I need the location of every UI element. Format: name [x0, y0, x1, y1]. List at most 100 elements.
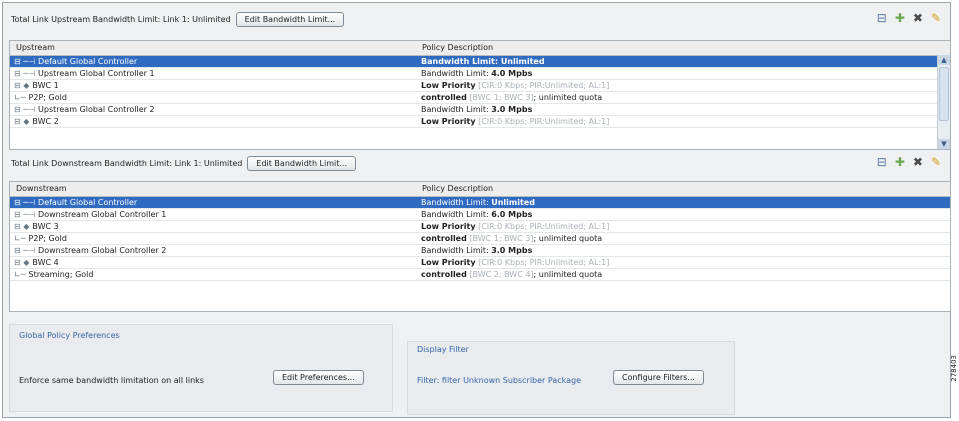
edit-icon[interactable]: ✎	[931, 11, 941, 25]
policy-detail: [BWC 1; BWC 3]	[466, 234, 534, 243]
add-icon[interactable]: ✚	[895, 11, 905, 25]
row-name: BWC 3	[32, 222, 59, 231]
table-row[interactable]: ⊟ ─⊣ Default Global Controller Bandwidth L…	[10, 197, 950, 209]
figure-watermark: 278403	[950, 355, 958, 382]
table-row[interactable]: ⊟ ─⊣ Default Global Controller Bandwidth L…	[10, 56, 950, 68]
row-policy-cell: controlled [BWC 2; BWC 4]; unlimited quo…	[414, 269, 950, 280]
tree-node-icon[interactable]: ⊟ ◆	[14, 222, 29, 231]
row-name-cell: ⊟ ─⊣ Upstream Global Controller 2	[10, 104, 414, 115]
scroll-down-icon[interactable]: ▼	[938, 139, 950, 149]
policy-value: 4.0 Mpbs	[491, 69, 533, 78]
table-row[interactable]: ⊟ ◆ BWC 3 Low Priority [CIR:0 Kbps; PIR:Un…	[10, 221, 950, 233]
tree-node-icon[interactable]: ⊟ ─⊣	[14, 57, 35, 66]
policy-description-column-header[interactable]: Policy Description	[416, 182, 950, 196]
filter-description: Filter: filter Unknown Subscriber Packag…	[417, 376, 582, 385]
policy-detail: [CIR:0 Kbps; PIR:Unlimited; AL:1]	[475, 222, 610, 231]
row-name-cell: ⊟ ◆ BWC 2	[10, 116, 414, 127]
table-row[interactable]: ∟─ P2P; Gold controlled [BWC 1; BWC 3]; un…	[10, 92, 950, 104]
row-name: Downstream Global Controller 1	[38, 210, 167, 219]
row-name: Upstream Global Controller 2	[38, 105, 155, 114]
table-row[interactable]: ⊟ ─⊣ Upstream Global Controller 2 Bandwidt…	[10, 104, 950, 116]
row-policy-cell: controlled [BWC 1; BWC 3]; unlimited quo…	[414, 92, 950, 103]
table-row[interactable]: ⊟ ─⊣ Downstream Global Controller 2 Bandwi…	[10, 245, 950, 257]
row-policy-cell: Low Priority [CIR:0 Kbps; PIR:Unlimited;…	[414, 221, 950, 232]
edit-icon[interactable]: ✎	[931, 155, 941, 169]
tree-node-icon[interactable]: ∟─	[14, 270, 26, 279]
upstream-limit-label: Total Link Upstream Bandwidth Limit: Lin…	[11, 14, 231, 24]
tree-node-icon[interactable]: ⊟ ─⊣	[14, 246, 35, 255]
table-row[interactable]: ∟─ Streaming; Gold controlled [BWC 2; BWC …	[10, 269, 950, 281]
row-name: Upstream Global Controller 1	[38, 69, 155, 78]
configure-filters-button[interactable]: Configure Filters...	[613, 370, 704, 385]
row-name-cell: ⊟ ─⊣ Default Global Controller	[10, 56, 414, 67]
row-policy-cell: controlled [BWC 1; BWC 3]; unlimited quo…	[414, 233, 950, 244]
upstream-column-header[interactable]: Upstream	[10, 41, 416, 55]
collapse-icon[interactable]: ⊟	[877, 155, 887, 169]
table-row[interactable]: ∟─ P2P; Gold controlled [BWC 1; BWC 3]; un…	[10, 233, 950, 245]
row-name-cell: ⊟ ◆ BWC 4	[10, 257, 414, 268]
row-policy-cell: Bandwidth Limit: 4.0 Mpbs	[414, 68, 950, 79]
tree-node-icon[interactable]: ∟─	[14, 93, 26, 102]
policy-value: Low Priority	[421, 81, 476, 90]
policy-prefix: Bandwidth Limit:	[421, 246, 492, 255]
row-name-cell: ⊟ ◆ BWC 3	[10, 221, 414, 232]
table-row[interactable]: ⊟ ◆ BWC 1 Low Priority [CIR:0 Kbps; PIR:Un…	[10, 80, 950, 92]
row-name-cell: ⊟ ─⊣ Downstream Global Controller 1	[10, 209, 414, 220]
delete-icon[interactable]: ✖	[913, 155, 923, 169]
downstream-edit-limit-button[interactable]: Edit Bandwidth Limit...	[247, 155, 357, 171]
row-policy-cell: Bandwidth Limit: Unlimited	[414, 197, 950, 208]
row-policy-cell: Bandwidth Limit: Unlimited	[414, 56, 950, 67]
downstream-column-header[interactable]: Downstream	[10, 182, 416, 196]
row-name: Streaming; Gold	[28, 270, 94, 279]
policy-value: Unlimited	[500, 57, 545, 66]
delete-icon[interactable]: ✖	[913, 11, 923, 25]
row-policy-cell: Bandwidth Limit: 3.0 Mpbs	[414, 245, 950, 256]
policy-suffix: ; unlimited quota	[533, 93, 603, 102]
policy-strong: Bandwidth Limit:	[421, 57, 501, 66]
tree-node-icon[interactable]: ⊟ ─⊣	[14, 105, 35, 114]
scroll-up-icon[interactable]: ▲	[938, 55, 950, 65]
row-name: BWC 1	[32, 81, 59, 90]
policy-detail: [CIR:0 Kbps; PIR:Unlimited; AL:1]	[475, 81, 610, 90]
policy-detail: [BWC 1; BWC 3]	[466, 93, 534, 102]
add-icon[interactable]: ✚	[895, 155, 905, 169]
row-name-cell: ∟─ Streaming; Gold	[10, 269, 414, 280]
policy-suffix: ; unlimited quota	[533, 270, 603, 279]
row-name: Downstream Global Controller 2	[38, 246, 167, 255]
policy-value: controlled	[421, 234, 467, 243]
row-name-cell: ⊟ ─⊣ Default Global Controller	[10, 197, 414, 208]
downstream-toolbar: Total Link Downstream Bandwidth Limit: L…	[7, 153, 947, 173]
tree-node-icon[interactable]: ⊟ ─⊣	[14, 198, 35, 207]
row-name-cell: ∟─ P2P; Gold	[10, 92, 414, 103]
global-policy-title: Global Policy Preferences	[19, 331, 120, 340]
upstream-table: Upstream Policy Description ⊟ ─⊣ Default …	[9, 40, 951, 150]
enforce-limitation-text: Enforce same bandwidth limitation on all…	[19, 376, 204, 385]
upstream-scrollbar[interactable]: ▲ ▼	[937, 55, 950, 149]
upstream-table-header: Upstream Policy Description	[10, 41, 950, 56]
collapse-icon[interactable]: ⊟	[877, 11, 887, 25]
row-policy-cell: Low Priority [CIR:0 Kbps; PIR:Unlimited;…	[414, 257, 950, 268]
row-name: Default Global Controller	[38, 198, 138, 207]
tree-node-icon[interactable]: ⊟ ─⊣	[14, 69, 35, 78]
tree-node-icon[interactable]: ∟─	[14, 234, 26, 243]
tree-node-icon[interactable]: ⊟ ◆	[14, 81, 29, 90]
table-row[interactable]: ⊟ ◆ BWC 2 Low Priority [CIR:0 Kbps; PIR:Un…	[10, 116, 950, 128]
downstream-table-header: Downstream Policy Description	[10, 182, 950, 197]
row-name-cell: ⊟ ─⊣ Upstream Global Controller 1	[10, 68, 414, 79]
policy-detail: [CIR:0 Kbps; PIR:Unlimited; AL:1]	[475, 117, 610, 126]
row-policy-cell: Low Priority [CIR:0 Kbps; PIR:Unlimited;…	[414, 80, 950, 91]
table-row[interactable]: ⊟ ◆ BWC 4 Low Priority [CIR:0 Kbps; PIR:Un…	[10, 257, 950, 269]
tree-node-icon[interactable]: ⊟ ◆	[14, 258, 29, 267]
row-name-cell: ⊟ ─⊣ Downstream Global Controller 2	[10, 245, 414, 256]
edit-preferences-button[interactable]: Edit Preferences...	[273, 370, 364, 385]
row-name: P2P; Gold	[28, 234, 67, 243]
scroll-thumb[interactable]	[939, 67, 949, 121]
policy-prefix: Bandwidth Limit:	[421, 69, 492, 78]
upstream-edit-limit-button[interactable]: Edit Bandwidth Limit...	[235, 11, 345, 27]
policy-suffix: ; unlimited quota	[533, 234, 603, 243]
policy-description-column-header[interactable]: Policy Description	[416, 41, 950, 55]
tree-node-icon[interactable]: ⊟ ─⊣	[14, 210, 35, 219]
table-row[interactable]: ⊟ ─⊣ Downstream Global Controller 1 Bandwi…	[10, 209, 950, 221]
table-row[interactable]: ⊟ ─⊣ Upstream Global Controller 1 Bandwidt…	[10, 68, 950, 80]
tree-node-icon[interactable]: ⊟ ◆	[14, 117, 29, 126]
